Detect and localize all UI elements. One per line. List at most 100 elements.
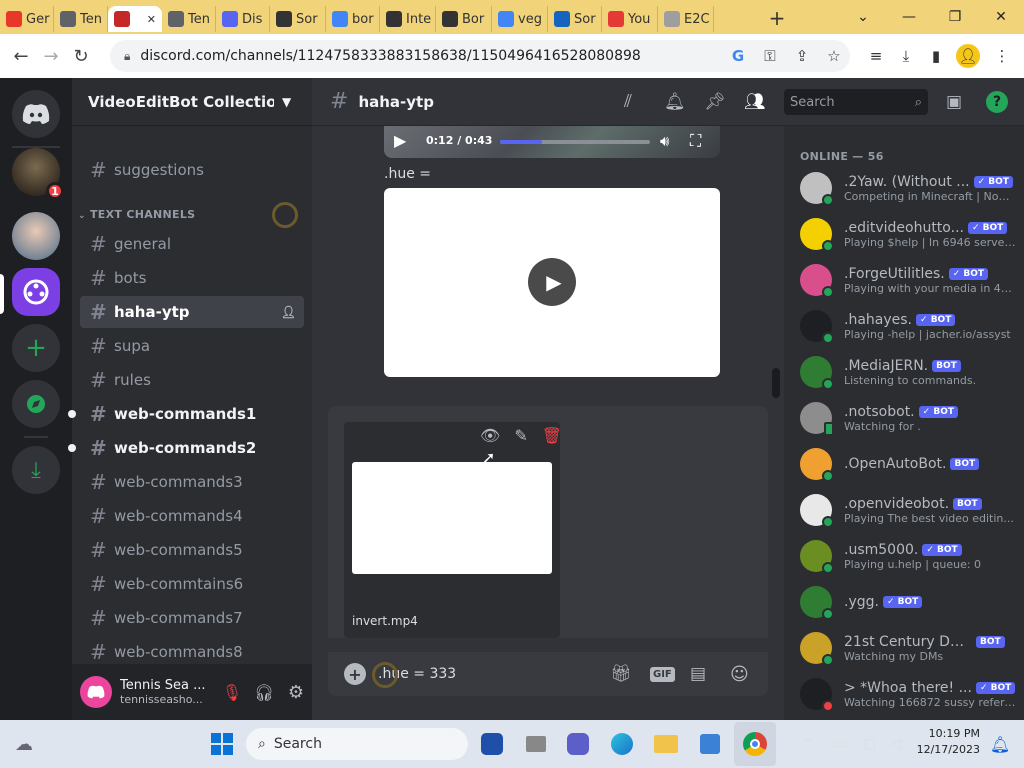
pre-app-icon[interactable] [476, 728, 508, 760]
channel-haha-ytp[interactable]: # haha-ytp 👤︎ [80, 296, 304, 328]
headphones-icon[interactable]: 🎧︎ [248, 683, 280, 702]
channel-web-commands4[interactable]: # web-commands4 [80, 500, 304, 532]
browser-tab[interactable]: Ten [54, 6, 108, 32]
channel-web-commands1[interactable]: # web-commands1 [68, 398, 304, 430]
member-item[interactable]: .OpenAutoBot. BOT [792, 442, 1020, 486]
browser-menu-icon[interactable]: ⋮ [990, 44, 1014, 68]
member-item[interactable]: .hahayes. ✓ BOT Playing -help | jacher.io/… [792, 304, 1020, 348]
browser-tab[interactable]: bor [326, 6, 380, 32]
channel-suggestions[interactable]: # suggestions [80, 154, 304, 186]
channel-web-commands5[interactable]: # web-commands5 [80, 534, 304, 566]
browser-tab[interactable]: Ten [162, 6, 216, 32]
media-control-icon[interactable]: ≡ [864, 44, 888, 68]
file-explorer-icon[interactable] [650, 728, 682, 760]
avatar[interactable] [80, 676, 112, 708]
taskbar-search[interactable]: ⌕ Search [246, 728, 468, 760]
windows-start-icon[interactable] [206, 728, 238, 760]
emoji-icon[interactable]: ☺ [730, 664, 749, 685]
fullscreen-icon[interactable]: ⛶ [690, 131, 701, 151]
add-attachment-icon[interactable]: + [344, 663, 366, 685]
channel-rules[interactable]: # rules [80, 364, 304, 396]
download-icon[interactable]: ⤓ [894, 44, 918, 68]
network-icon[interactable]: ▭ [824, 728, 856, 760]
video-player[interactable]: ▶ 0:12 / 0:43 🔊︎ ⛶ [384, 126, 720, 158]
member-item[interactable]: .usm5000. ✓ BOT Playing u.help | queue: 0 [792, 534, 1020, 578]
bookmark-star-icon[interactable]: ☆ [822, 44, 846, 68]
video-progress-bar[interactable] [500, 140, 650, 144]
server-header[interactable]: VideoEditBot Collection 1.0 ▼ [72, 78, 312, 126]
gift-icon[interactable]: 🎁︎ [610, 664, 632, 684]
new-tab-button[interactable]: + [766, 6, 788, 30]
trash-icon[interactable]: 🗑︎ [542, 426, 562, 445]
minimize-button[interactable]: — [886, 0, 932, 34]
server-icon-1[interactable]: 1 [12, 148, 64, 200]
inbox-icon[interactable]: ▣ [946, 92, 962, 112]
scrollbar-thumb[interactable] [772, 368, 780, 398]
download-apps-icon[interactable]: ⤓ [12, 446, 60, 494]
mute-microphone-icon[interactable]: 🎙︎ [216, 683, 248, 702]
sticker-icon[interactable]: ▤ [690, 664, 706, 684]
browser-tab[interactable]: E2C [658, 6, 714, 32]
explore-servers-icon[interactable] [12, 380, 60, 428]
store-icon[interactable] [694, 728, 726, 760]
chat-app-icon[interactable] [562, 728, 594, 760]
maximize-button[interactable]: ❐ [932, 0, 978, 34]
chrome-icon[interactable] [739, 728, 771, 760]
channel-category[interactable]: ⌄ TEXT CHANNELS [78, 208, 195, 221]
attachment-card[interactable]: 👁︎ ✎ 🗑︎ invert.mp4 [344, 422, 562, 638]
server-icon-2[interactable] [12, 212, 60, 260]
key-icon[interactable]: ⚿ [758, 44, 782, 68]
add-server-icon[interactable]: + [12, 324, 60, 372]
member-list-icon[interactable]: 👥︎ [744, 92, 766, 112]
share-icon[interactable]: ⇪ [790, 44, 814, 68]
member-item[interactable]: .2Yaw. (Without ... ✓ BOT Competing in Min… [792, 166, 1020, 210]
edge-icon[interactable] [606, 728, 638, 760]
notification-bell-icon[interactable]: 🔔︎ [664, 92, 686, 112]
close-tab-icon[interactable]: ✕ [147, 13, 156, 26]
notification-bell-icon[interactable]: 🔔︎ [984, 728, 1016, 760]
forward-button[interactable]: → [36, 41, 66, 71]
close-window-button[interactable]: ✕ [978, 0, 1024, 34]
settings-gear-icon[interactable]: ⚙ [280, 682, 312, 703]
member-item[interactable]: .editvideohutto... ✓ BOT Playing $help | I… [792, 212, 1020, 256]
channel-general[interactable]: # general [80, 228, 304, 260]
member-item[interactable]: .openvideobot. BOT Playing The best video … [792, 488, 1020, 532]
video-embed[interactable]: ▶ [384, 188, 720, 377]
browser-tab[interactable]: You [602, 6, 658, 32]
play-icon[interactable]: ▶ [394, 131, 406, 150]
channel-web-commands2[interactable]: # web-commands2 [68, 432, 304, 464]
channel-web-commands3[interactable]: # web-commands3 [80, 466, 304, 498]
invite-member-icon[interactable]: 👤︎ [281, 305, 296, 319]
browser-tab[interactable]: Bor [436, 6, 492, 32]
tab-search-icon[interactable]: ⌄ [840, 0, 886, 34]
help-icon[interactable]: ? [986, 91, 1008, 113]
side-panel-icon[interactable]: ▮ [924, 44, 948, 68]
google-lens-icon[interactable]: G [726, 44, 750, 68]
member-item[interactable]: 21st Century Dani... BOT Watching my DMs [792, 626, 1020, 670]
back-button[interactable]: ← [6, 41, 36, 71]
volume-icon[interactable]: 🔊︎ [660, 132, 669, 150]
member-item[interactable]: > *Whoa there! ... ✓ BOT Watching 166872 s… [792, 672, 1020, 716]
browser-tab[interactable]: Dis [216, 6, 270, 32]
channel-bots[interactable]: # bots [80, 262, 304, 294]
profile-avatar[interactable]: 👤︎ [956, 44, 980, 68]
videoeditbot-server-icon[interactable] [12, 268, 60, 316]
browser-tab[interactable]: ✕ [108, 6, 162, 32]
play-button-icon[interactable]: ▶ [528, 258, 576, 306]
threads-icon[interactable]: ⫽ [624, 91, 632, 112]
browser-tab[interactable]: Ger [0, 6, 54, 32]
reload-button[interactable]: ↻ [66, 41, 96, 71]
member-item[interactable]: .MediaJERN. BOT Listening to commands. [792, 350, 1020, 394]
weather-icon[interactable]: ☁ [8, 728, 40, 760]
gif-button[interactable]: GIF [650, 666, 675, 682]
member-item[interactable]: .ForgeUtilitles. ✓ BOT Playing with your m… [792, 258, 1020, 302]
channel-supa[interactable]: # supa [80, 330, 304, 362]
channel-web-commands7[interactable]: # web-commands7 [80, 602, 304, 634]
edit-pencil-icon[interactable]: ✎ [514, 426, 527, 445]
eye-icon[interactable]: 👁︎ [480, 426, 500, 445]
member-item[interactable]: .ygg. ✓ BOT [792, 580, 1020, 624]
search-input[interactable]: Search ⌕ [784, 89, 928, 115]
browser-tab[interactable]: Sor [270, 6, 326, 32]
volume-tray-icon[interactable]: ◁ [880, 728, 912, 760]
channel-web-commtains6[interactable]: # web-commtains6 [80, 568, 304, 600]
